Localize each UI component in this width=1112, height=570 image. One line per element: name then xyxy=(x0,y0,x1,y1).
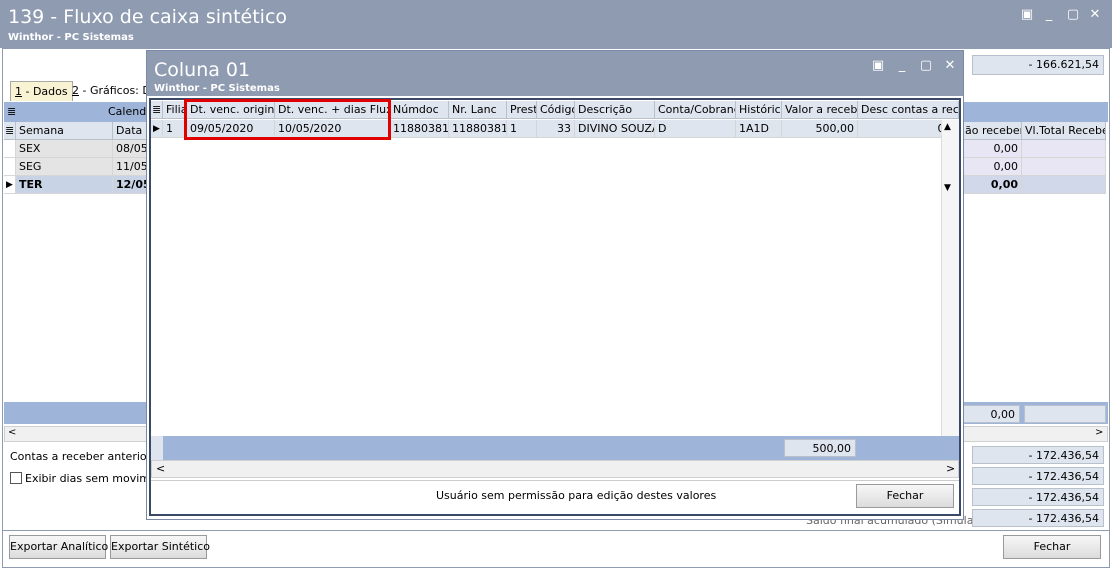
col-data[interactable]: Data xyxy=(113,122,147,140)
minimize-icon[interactable]: _ xyxy=(1040,6,1058,24)
exportar-analitico-button[interactable]: Exportar Analítico xyxy=(9,535,108,559)
cell-valor[interactable]: 500,00 xyxy=(782,120,858,138)
table-row-semana[interactable]: SEG xyxy=(16,158,113,176)
col-semana[interactable]: Semana xyxy=(16,122,113,140)
grid-footer-total xyxy=(1024,405,1106,423)
dialog-restore-icon[interactable]: ▣ xyxy=(869,57,887,75)
maximize-icon[interactable]: ▢ xyxy=(1064,6,1082,24)
value-box: - 172.436,54 xyxy=(972,509,1104,527)
scroll-down-icon[interactable]: ▼ xyxy=(944,183,951,193)
exportar-sintetico-button[interactable]: Exportar Sintético xyxy=(110,535,210,559)
dialog-fechar-button[interactable]: Fechar xyxy=(856,484,954,508)
cell-conta[interactable]: D xyxy=(655,120,736,138)
current-row-arrow-icon: ▶ xyxy=(151,120,163,138)
col-numdoc[interactable]: Númdoc xyxy=(390,101,449,119)
scroll-right-icon[interactable]: > xyxy=(1095,427,1103,438)
col-valor-a-receber[interactable]: Valor a recebe xyxy=(782,101,858,119)
highlight-box xyxy=(184,99,391,140)
tab-dados[interactable]: 1 - Dados xyxy=(10,81,73,101)
dialog-footer-indicator xyxy=(151,436,163,460)
table-row-total[interactable] xyxy=(1022,140,1106,158)
window-subtitle: Winthor - PC Sistemas xyxy=(8,32,134,43)
col-nr-lanc[interactable]: Nr. Lanc xyxy=(449,101,507,119)
row-indicator xyxy=(4,140,16,158)
fechar-button[interactable]: Fechar xyxy=(1003,535,1101,559)
table-row-total[interactable] xyxy=(1022,158,1106,176)
table-row-data[interactable]: 08/05 xyxy=(113,140,147,158)
dialog-title: Coluna 01 xyxy=(154,59,251,81)
value-box: - 172.436,54 xyxy=(972,488,1104,506)
top-balance-value: - 166.621,54 xyxy=(972,55,1104,75)
divider xyxy=(2,530,1110,531)
dialog-subtitle: Winthor - PC Sistemas xyxy=(154,83,280,94)
dialog-scroll-left-icon[interactable]: < xyxy=(156,462,165,475)
col-prest[interactable]: Prest xyxy=(507,101,537,119)
dialog-maximize-icon[interactable]: ▢ xyxy=(917,57,935,75)
value-box: - 172.436,54 xyxy=(972,467,1104,485)
scroll-left-icon[interactable]: < xyxy=(8,427,16,438)
col-vl-total-receber[interactable]: Vl.Total Receber xyxy=(1022,122,1106,140)
col-historico[interactable]: Histórico xyxy=(736,101,782,119)
calendar-header: Calend xyxy=(108,105,147,118)
table-row-semana[interactable]: TER xyxy=(16,176,113,194)
dialog-minimize-icon[interactable]: _ xyxy=(893,57,911,75)
divider xyxy=(151,480,959,481)
dialog-vertical-scrollbar[interactable] xyxy=(941,120,959,436)
dialog-footer-total: 500,00 xyxy=(784,439,856,457)
grid-footer-value: 0,00 xyxy=(962,405,1020,423)
cell-numdoc[interactable]: 118803814 xyxy=(390,120,449,138)
table-row-data[interactable]: 12/05 xyxy=(113,176,147,194)
restore-icon[interactable]: ▣ xyxy=(1018,6,1036,24)
col-desc-contas[interactable]: Desc contas a receb xyxy=(858,101,959,119)
table-row-val[interactable]: 0,00 xyxy=(962,176,1022,194)
cell-descricao[interactable]: DIVINO SOUZA xyxy=(575,120,655,138)
col-a-receber[interactable]: ão receber xyxy=(962,122,1022,140)
table-row-val[interactable]: 0,00 xyxy=(962,158,1022,176)
dialog-horizontal-scrollbar[interactable] xyxy=(151,460,959,478)
dialog-scroll-right-icon[interactable]: > xyxy=(946,462,955,475)
cell-prest[interactable]: 1 xyxy=(507,120,537,138)
cell-codigo[interactable]: 33 xyxy=(537,120,575,138)
contas-label: Contas a receber anterior: xyxy=(10,450,155,463)
dialog-grid-menu-icon[interactable]: ≣ xyxy=(151,101,163,119)
current-row-arrow-icon: ▶ xyxy=(4,176,16,194)
row-indicator xyxy=(4,158,16,176)
status-text: Usuário sem permissão para edição destes… xyxy=(436,489,717,502)
table-row-val[interactable]: 0,00 xyxy=(962,140,1022,158)
cell-nr-lanc[interactable]: 118803814 xyxy=(449,120,507,138)
table-row-total[interactable] xyxy=(1022,176,1106,194)
cell-historico[interactable]: 1A1D xyxy=(736,120,782,138)
main-title-bar: 139 - Fluxo de caixa sintético Winthor -… xyxy=(0,0,1112,48)
col-conta-cobranca[interactable]: Conta/Cobrança xyxy=(655,101,736,119)
table-row-semana[interactable]: SEX xyxy=(16,140,113,158)
window-title: 139 - Fluxo de caixa sintético xyxy=(8,6,288,28)
col-codigo[interactable]: Código xyxy=(537,101,575,119)
grid-menu-icon-2[interactable]: ≣ xyxy=(4,122,16,140)
dialog-title-bar: Coluna 01 Winthor - PC Sistemas ▣ _ ▢ ✕ xyxy=(147,51,963,96)
col-descricao[interactable]: Descrição xyxy=(575,101,655,119)
grid-menu-icon[interactable]: ≣ xyxy=(4,103,16,121)
exibir-dias-checkbox[interactable] xyxy=(10,472,22,484)
dialog-close-icon[interactable]: ✕ xyxy=(941,57,959,75)
close-icon[interactable]: ✕ xyxy=(1086,6,1104,24)
table-row-data[interactable]: 11/05 xyxy=(113,158,147,176)
value-box: - 172.436,54 xyxy=(972,446,1104,464)
scroll-up-icon[interactable]: ▲ xyxy=(944,122,951,132)
